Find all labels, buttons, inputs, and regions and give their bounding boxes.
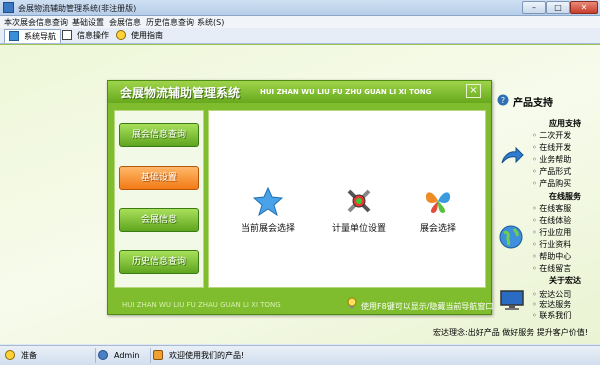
arrow-icon <box>501 146 524 164</box>
title-bar: 会展物流辅助管理系统(非注册版) – □ ✕ <box>0 0 600 16</box>
link-product-purchase[interactable]: 产品购买 <box>532 178 571 189</box>
maximize-button[interactable]: □ <box>546 1 570 14</box>
link-help-center[interactable]: 帮助中心 <box>532 251 571 262</box>
tab-label: 信息操作 <box>77 31 109 40</box>
current-expo-select-action[interactable]: 当前展会选择 <box>232 186 304 234</box>
monitor-icon <box>500 290 524 310</box>
help-icon <box>116 30 126 40</box>
status-separator <box>150 348 151 363</box>
app-support-heading: 应用支持 <box>549 119 581 128</box>
status-bar: 准备 Admin 欢迎使用我们的产品! <box>0 345 600 365</box>
menu-expo-info[interactable]: 会展信息 <box>109 17 141 28</box>
nav-expo-info-button[interactable]: 会展信息 <box>119 208 199 232</box>
nav-panel: 展会信息查询 基础设置 会展信息 历史信息查询 <box>114 110 204 288</box>
link-industry-app[interactable]: 行业应用 <box>532 227 571 238</box>
menu-basic-settings[interactable]: 基础设置 <box>72 17 104 28</box>
dialog-close-button[interactable]: × <box>466 84 481 98</box>
status-user-text: Admin <box>114 351 140 360</box>
navigation-icon <box>9 31 19 41</box>
online-service-heading: 在线服务 <box>549 192 581 201</box>
butterfly-icon <box>425 192 451 213</box>
company-slogan: 宏达理念:出好产品 做好服务 提升客户价值! <box>433 328 588 337</box>
action-label: 展会选择 <box>419 224 456 234</box>
link-hongda-service[interactable]: 宏达服务 <box>532 299 571 310</box>
status-user: Admin <box>98 350 140 360</box>
svg-text:?: ? <box>501 96 505 105</box>
status-ready-text: 准备 <box>21 351 37 360</box>
expo-select-action[interactable]: 展会选择 <box>402 186 474 234</box>
status-ready-icon <box>5 350 15 360</box>
action-label: 当前展会选择 <box>240 224 295 234</box>
status-welcome-text: 欢迎使用我们的产品! <box>169 351 245 360</box>
app-icon <box>3 2 14 13</box>
toolbar: 系统导航 信息操作 使用指南 <box>0 28 600 44</box>
link-product-form[interactable]: 产品形式 <box>532 166 571 177</box>
menu-system[interactable]: 系统(S) <box>197 17 224 28</box>
tab-info-operation[interactable]: 信息操作 <box>62 29 109 43</box>
footer-pinyin: HUI ZHAN WU LIU FU ZHAU GUAN LI XI TONG <box>122 301 281 309</box>
user-icon <box>98 350 108 360</box>
link-online-message[interactable]: 在线留言 <box>532 263 571 274</box>
action-panel: 当前展会选择 计量单位设置 展会选择 <box>208 110 486 288</box>
dialog-header: 会展物流辅助管理系统 HUI ZHAN WU LIU FU ZHU GUAN L… <box>108 81 491 103</box>
action-label: 计量单位设置 <box>331 224 386 234</box>
menu-history-query[interactable]: 历史信息查询 <box>146 17 194 28</box>
link-secondary-dev[interactable]: 二次开发 <box>532 130 571 141</box>
menu-current-expo-query[interactable]: 本次展会信息查询 <box>4 17 68 28</box>
link-online-dev[interactable]: 在线开发 <box>532 142 571 153</box>
lightbulb-icon <box>347 297 357 308</box>
star-icon <box>253 186 283 216</box>
nav-expo-info-query-button[interactable]: 展会信息查询 <box>119 123 199 147</box>
tab-user-guide[interactable]: 使用指南 <box>116 29 163 43</box>
tab-label: 系统导航 <box>24 32 56 41</box>
link-online-service[interactable]: 在线客服 <box>532 203 571 214</box>
about-hongda-heading: 关于宏达 <box>549 276 581 285</box>
globe-icon <box>499 225 523 249</box>
link-business-help[interactable]: 业务帮助 <box>532 154 571 165</box>
f8-hint-text: 使用F8键可以显示/隐藏当前导航窗口 <box>361 302 494 311</box>
dialog-title: 会展物流辅助管理系统 <box>120 86 241 100</box>
nav-basic-settings-button[interactable]: 基础设置 <box>119 166 199 190</box>
menu-bar: 本次展会信息查询 基础设置 会展信息 历史信息查询 系统(S) <box>0 16 600 28</box>
unit-settings-action[interactable]: 计量单位设置 <box>323 186 395 234</box>
document-icon <box>62 30 72 40</box>
link-industry-material[interactable]: 行业资料 <box>532 239 571 250</box>
tab-system-navigation[interactable]: 系统导航 <box>4 29 61 43</box>
window-title: 会展物流辅助管理系统(非注册版) <box>18 4 137 13</box>
status-ready: 准备 <box>5 350 37 361</box>
link-online-trial[interactable]: 在线体验 <box>532 215 571 226</box>
status-separator <box>95 348 96 363</box>
status-welcome: 欢迎使用我们的产品! <box>153 350 244 361</box>
tools-icon <box>347 189 371 213</box>
dialog-pinyin: HUI ZHAN WU LIU FU ZHU GUAN LI XI TONG <box>260 88 432 96</box>
nav-history-query-button[interactable]: 历史信息查询 <box>119 250 199 274</box>
tab-label: 使用指南 <box>131 31 163 40</box>
help-icon: ? <box>497 94 509 106</box>
navigation-dialog: 会展物流辅助管理系统 HUI ZHAN WU LIU FU ZHU GUAN L… <box>107 80 494 315</box>
close-button[interactable]: ✕ <box>570 1 598 14</box>
link-contact-us[interactable]: 联系我们 <box>532 310 571 321</box>
product-support-title: 产品支持 <box>513 98 553 109</box>
minimize-button[interactable]: – <box>522 1 546 14</box>
welcome-icon <box>153 350 163 360</box>
